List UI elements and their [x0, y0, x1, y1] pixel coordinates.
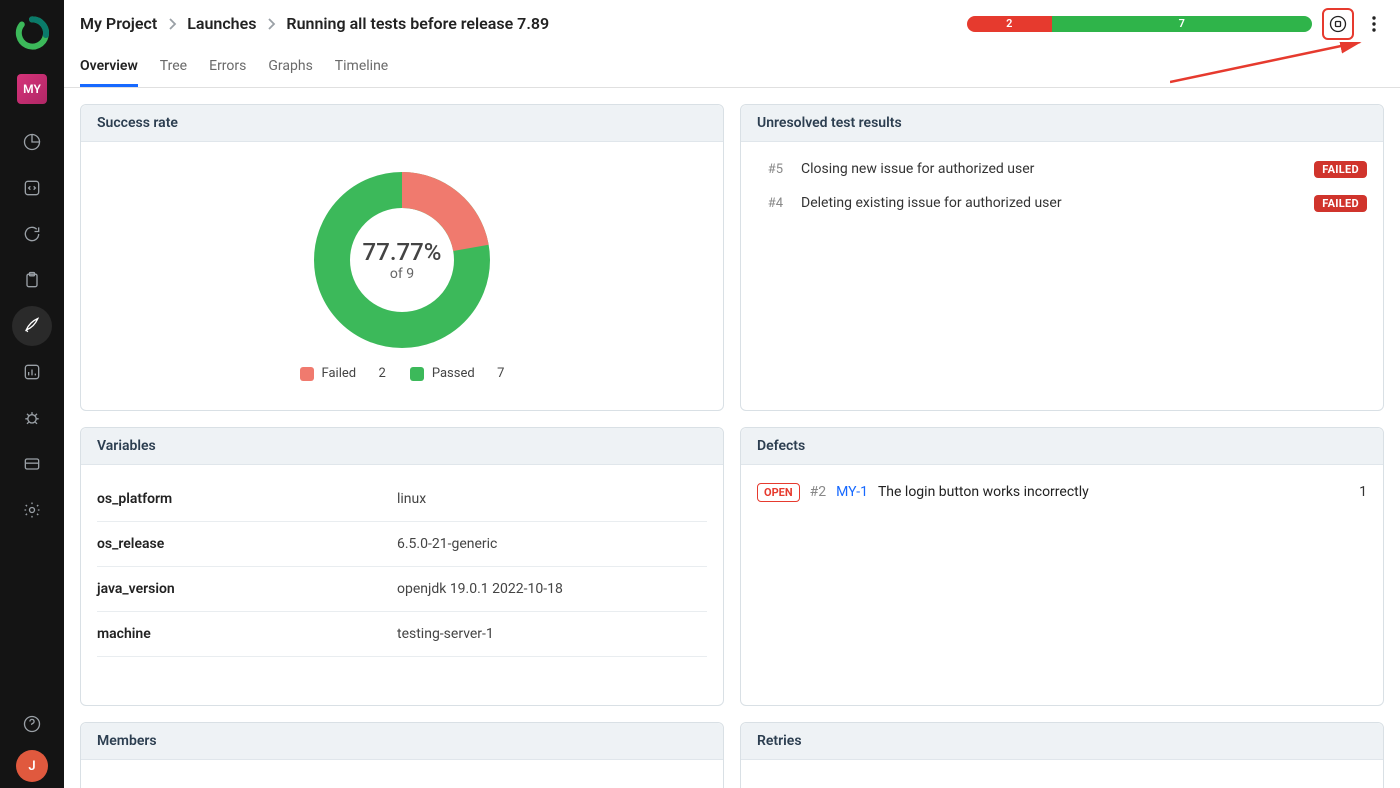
- panel-header: Unresolved test results: [741, 105, 1383, 142]
- success-total: of 9: [363, 266, 442, 282]
- help-icon[interactable]: [12, 704, 52, 744]
- success-percent: 77.77%: [363, 238, 442, 266]
- breadcrumb-project[interactable]: My Project: [80, 14, 157, 33]
- analytics-icon[interactable]: [12, 352, 52, 392]
- breadcrumb-title: Running all tests before release 7.89: [286, 14, 549, 33]
- breadcrumb-section[interactable]: Launches: [187, 14, 256, 33]
- stop-button[interactable]: [1326, 12, 1350, 36]
- test-name: Deleting existing issue for authorized u…: [801, 195, 1296, 211]
- swatch-fail-icon: [300, 367, 314, 381]
- stop-icon: [1328, 14, 1348, 34]
- progress-pass-segment: 7: [1052, 16, 1312, 32]
- tab-tree[interactable]: Tree: [160, 52, 187, 87]
- unresolved-panel: Unresolved test results #5 Closing new i…: [740, 104, 1384, 411]
- chevron-right-icon: [167, 17, 177, 31]
- variable-value: testing-server-1: [397, 626, 494, 642]
- variable-value: 6.5.0-21-generic: [397, 536, 497, 552]
- defect-name: The login button works incorrectly: [878, 484, 1089, 500]
- chevron-right-icon: [266, 17, 276, 31]
- defect-issue-link[interactable]: MY-1: [836, 484, 868, 500]
- progress-fail-segment: 2: [967, 16, 1052, 32]
- code-icon[interactable]: [12, 168, 52, 208]
- members-panel: Members: [80, 722, 724, 788]
- variable-row: os_platform linux: [97, 477, 707, 522]
- variable-key: machine: [97, 626, 397, 642]
- user-avatar[interactable]: J: [16, 750, 48, 782]
- defect-index: #2: [810, 484, 827, 500]
- tab-timeline[interactable]: Timeline: [335, 52, 388, 87]
- tabs: Overview Tree Errors Graphs Timeline: [64, 48, 1400, 88]
- variable-key: os_release: [97, 536, 397, 552]
- left-sidebar: MY J: [0, 0, 64, 788]
- success-rate-panel: Success rate 77.77% of 9: [80, 104, 724, 411]
- variable-value: openjdk 19.0.1 2022-10-18: [397, 581, 563, 597]
- tab-graphs[interactable]: Graphs: [268, 52, 312, 87]
- variables-panel: Variables os_platform linux os_release 6…: [80, 427, 724, 706]
- panel-header: Variables: [81, 428, 723, 465]
- settings-icon[interactable]: [12, 490, 52, 530]
- status-badge: FAILED: [1314, 195, 1367, 212]
- panel-header: Success rate: [81, 105, 723, 142]
- card-icon[interactable]: [12, 444, 52, 484]
- project-badge[interactable]: MY: [17, 74, 47, 104]
- dots-vertical-icon: [1372, 16, 1376, 32]
- clipboard-icon[interactable]: [12, 260, 52, 300]
- tab-errors[interactable]: Errors: [209, 52, 246, 87]
- variable-key: java_version: [97, 581, 397, 597]
- panel-header: Retries: [741, 723, 1383, 760]
- app-logo-icon[interactable]: [15, 10, 49, 68]
- test-index: #4: [757, 196, 783, 211]
- status-badge: FAILED: [1314, 161, 1367, 178]
- defect-status-badge: OPEN: [757, 483, 800, 502]
- success-donut-chart: 77.77% of 9: [312, 170, 492, 350]
- breadcrumb: My Project Launches Running all tests be…: [80, 14, 549, 33]
- tab-overview[interactable]: Overview: [80, 52, 138, 87]
- pie-chart-icon[interactable]: [12, 122, 52, 162]
- variable-row: java_version openjdk 19.0.1 2022-10-18: [97, 567, 707, 612]
- retries-panel: Retries: [740, 722, 1384, 788]
- legend-failed: Failed 2: [300, 366, 386, 381]
- status-progress-bar: 2 7: [967, 16, 1312, 32]
- variable-key: os_platform: [97, 491, 397, 507]
- test-name: Closing new issue for authorized user: [801, 161, 1296, 177]
- defect-count: 1: [1359, 484, 1367, 500]
- defect-row[interactable]: OPEN #2 MY-1 The login button works inco…: [757, 477, 1367, 508]
- panel-header: Defects: [741, 428, 1383, 465]
- variable-value: linux: [397, 491, 426, 507]
- bug-icon[interactable]: [12, 398, 52, 438]
- variable-row: os_release 6.5.0-21-generic: [97, 522, 707, 567]
- defects-panel: Defects OPEN #2 MY-1 The login button wo…: [740, 427, 1384, 706]
- test-index: #5: [757, 162, 783, 177]
- more-menu-button[interactable]: [1364, 10, 1384, 38]
- test-row[interactable]: #5 Closing new issue for authorized user…: [757, 152, 1367, 186]
- panel-header: Members: [81, 723, 723, 760]
- legend-passed: Passed 7: [410, 366, 505, 381]
- swatch-pass-icon: [410, 367, 424, 381]
- launches-icon[interactable]: [12, 306, 52, 346]
- test-row[interactable]: #4 Deleting existing issue for authorize…: [757, 186, 1367, 220]
- refresh-icon[interactable]: [12, 214, 52, 254]
- variable-row: machine testing-server-1: [97, 612, 707, 657]
- stop-button-highlight: [1322, 8, 1354, 40]
